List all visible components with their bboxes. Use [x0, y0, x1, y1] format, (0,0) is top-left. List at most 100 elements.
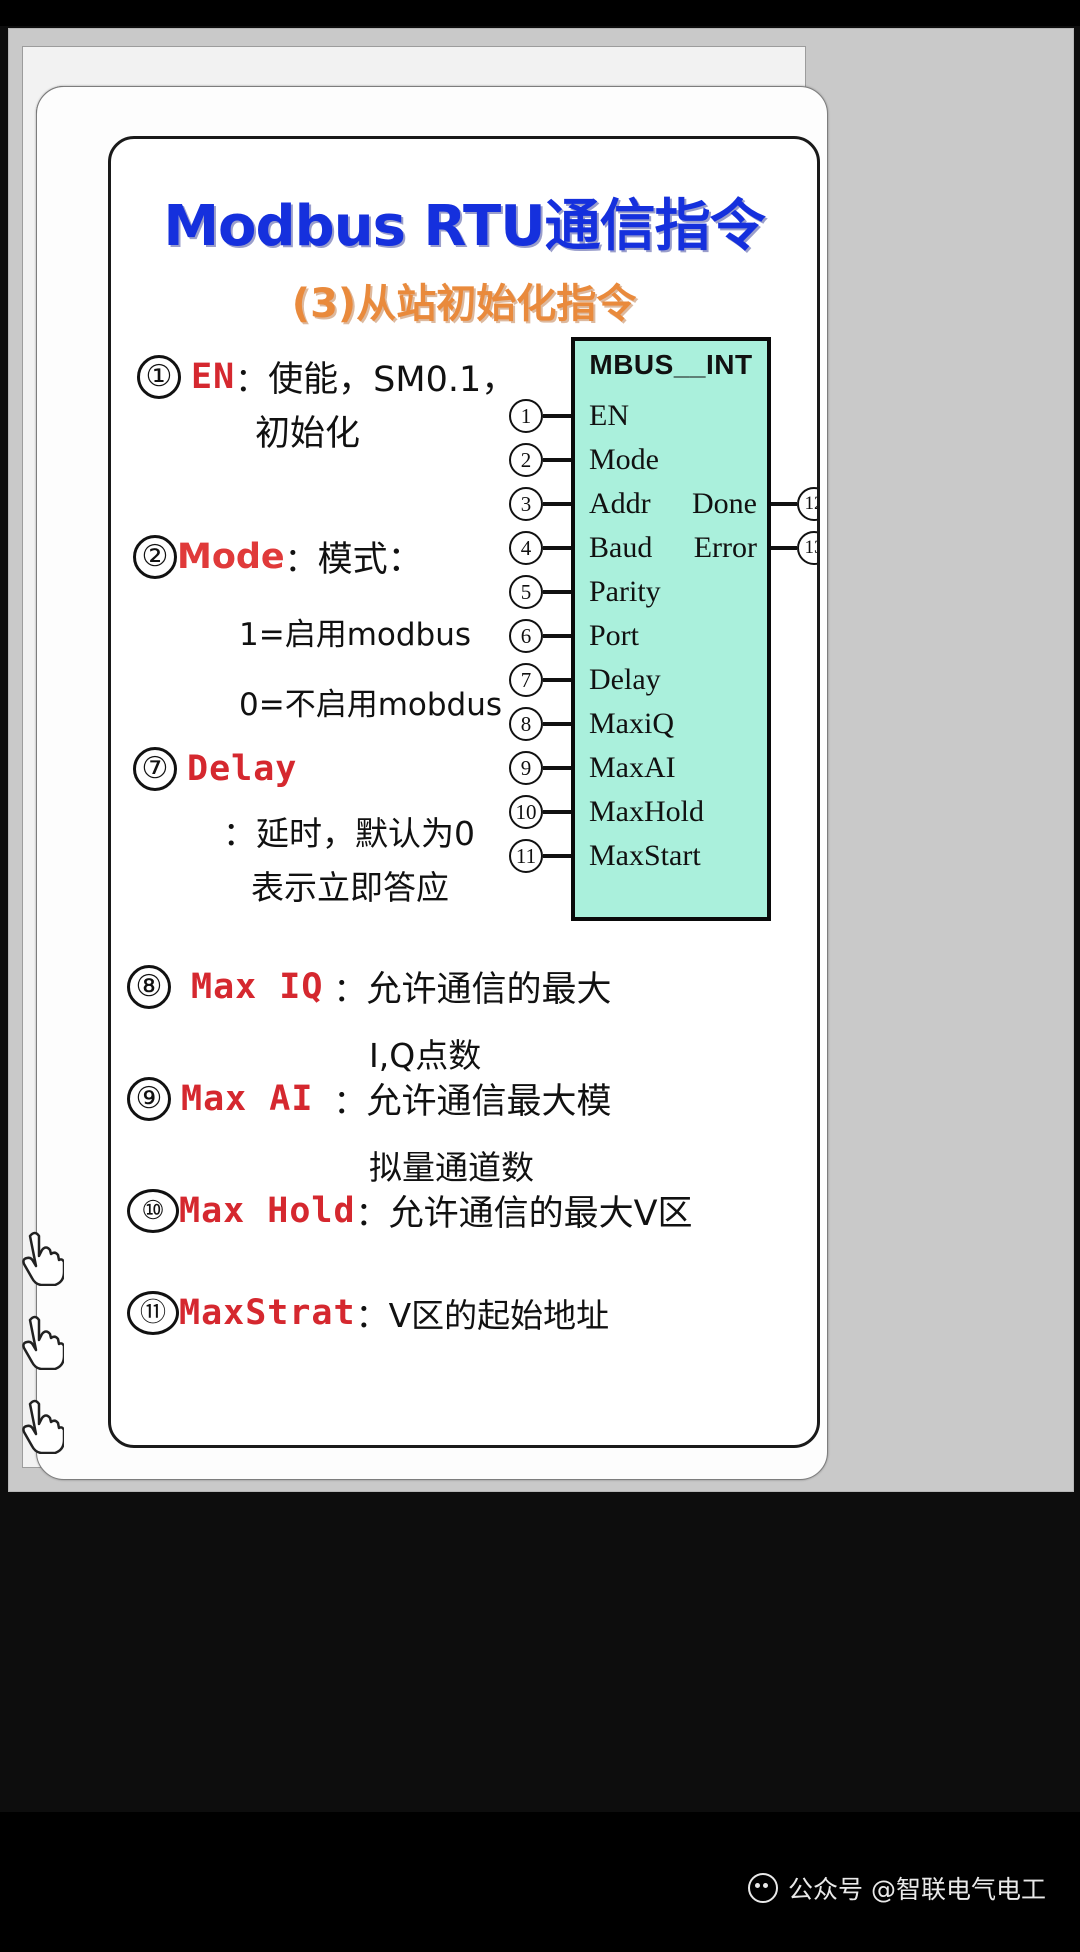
wire-icon	[543, 546, 571, 550]
output-index-12: 12	[797, 487, 817, 521]
pin-done: Done	[692, 487, 757, 520]
delay-desc-line2: 表示立即答应	[251, 861, 449, 909]
list-item-maxai: ⑨ Max AI ： 允许通信最大模	[127, 1073, 611, 1124]
item-keyword-maxstart: MaxStrat	[179, 1293, 356, 1333]
item-desc-maxai-line1: 允许通信最大模	[366, 1082, 612, 1122]
input-index-8: 8	[509, 707, 543, 741]
item-colon-maxai: ：	[333, 1081, 367, 1121]
input-index-2: 2	[509, 443, 543, 477]
hand-cursor-icon-3	[18, 1396, 66, 1455]
item-desc-delay-line1: ：延时，默认为0	[223, 814, 475, 853]
input-index-3: 3	[509, 487, 543, 521]
item-index-maxai: ⑨	[127, 1076, 171, 1121]
lead-input-2: 2	[509, 443, 571, 477]
item-colon-maxiq: ：	[333, 969, 367, 1009]
pin-maxstart: MaxStart	[589, 839, 701, 872]
item-keyword-maxiq: Max IQ	[191, 966, 324, 1007]
pin-baud: Baud	[589, 531, 653, 564]
lead-input-6: 6	[509, 619, 571, 653]
mode-option-enabled: 1=启用modbus	[239, 609, 471, 654]
item-desc-mode: 模式：	[317, 540, 423, 580]
lead-input-3: 3	[509, 487, 571, 521]
input-index-7: 7	[509, 663, 543, 697]
page-title: Modbus RTU通信指令	[163, 194, 765, 259]
wire-icon	[543, 854, 571, 858]
wire-icon	[543, 590, 571, 594]
item-keyword-mode: Mode	[177, 536, 285, 577]
watermark-credit: 公众号 @智联电气电工	[748, 1870, 1046, 1906]
item-index-delay: ⑦	[133, 747, 177, 791]
wire-icon	[543, 502, 571, 506]
maxai-desc-line2: 拟量通道数	[369, 1141, 534, 1189]
wire-icon	[771, 502, 797, 506]
item-desc-maxai-line2: 拟量通道数	[369, 1148, 534, 1187]
item-desc-maxhold: 允许通信的最大V区	[388, 1194, 693, 1234]
wire-icon	[543, 458, 571, 462]
wire-icon	[543, 634, 571, 638]
wire-icon	[771, 546, 797, 550]
lead-input-9: 9	[509, 751, 571, 785]
item-desc-en-line1: 使能，SM0.1，	[268, 360, 517, 400]
item-colon-maxhold: ：	[355, 1193, 389, 1233]
lead-input-7: 7	[509, 663, 571, 697]
lead-input-4: 4	[509, 531, 571, 565]
mode-option-disabled: 0=不启用mobdus	[239, 679, 502, 724]
lead-input-11: 11	[509, 839, 571, 873]
item-desc-en-line2: 初始化	[255, 414, 361, 454]
wire-icon	[543, 722, 571, 726]
item-colon-en: ：	[235, 359, 269, 399]
pin-addr: Addr	[589, 487, 651, 520]
screen-root: Modbus RTU通信指令 (3)从站初始化指令 ① EN ： 使能，SM0.…	[0, 0, 1080, 1952]
item-desc-maxstart: V区的起始地址	[388, 1296, 610, 1335]
item-desc-delay-line2: 表示立即答应	[251, 868, 449, 907]
maxiq-desc-line2: I,Q点数	[369, 1029, 481, 1077]
pin-maxai: MaxAI	[589, 751, 676, 784]
pin-maxiq: MaxiQ	[589, 707, 674, 740]
input-index-6: 6	[509, 619, 543, 653]
item-desc-maxiq-line1: 允许通信的最大	[366, 970, 612, 1010]
lead-input-1: 1	[509, 399, 571, 433]
pin-maxhold: MaxHold	[589, 795, 704, 828]
output-index-13: 13	[797, 531, 817, 565]
input-index-4: 4	[509, 531, 543, 565]
wire-icon	[543, 678, 571, 682]
pin-error: Error	[693, 531, 757, 564]
wechat-icon	[748, 1873, 779, 1903]
poster-card: Modbus RTU通信指令 (3)从站初始化指令 ① EN ： 使能，SM0.…	[108, 136, 820, 1448]
wire-icon	[543, 414, 571, 418]
hand-cursor-icon-1	[18, 1228, 66, 1287]
item-keyword-en: EN	[191, 356, 236, 397]
input-index-9: 9	[509, 751, 543, 785]
lead-input-5: 5	[509, 575, 571, 609]
pin-port: Port	[589, 619, 640, 652]
item-index-maxhold: ⑩	[127, 1188, 179, 1233]
mbus-init-block-diagram: MBUS__INT EN Mode Addr Baud Parity Port …	[509, 337, 817, 943]
input-index-10: 10	[509, 795, 543, 829]
watermark-label: 公众号 @智联电气电工	[788, 1875, 1046, 1904]
lead-input-8: 8	[509, 707, 571, 741]
list-item-maxstart: ⑪ MaxStrat ： V区的起始地址	[127, 1289, 609, 1337]
item-index-maxstart: ⑪	[127, 1291, 179, 1335]
list-item-en-line2: 初始化	[255, 405, 360, 456]
item-index-mode: ②	[133, 534, 177, 579]
item-keyword-maxhold: Max Hold	[179, 1190, 356, 1231]
hand-cursor-icon-2	[18, 1312, 66, 1371]
wire-icon	[543, 810, 571, 814]
mbus-block-title: MBUS__INT	[589, 349, 753, 380]
page-subtitle: (3)从站初始化指令	[291, 281, 637, 327]
list-item-maxhold: ⑩ Max Hold ： 允许通信的最大V区	[127, 1185, 693, 1236]
lead-output-error: 13	[771, 531, 817, 565]
input-index-1: 1	[509, 399, 543, 433]
item-index-en: ①	[137, 354, 181, 399]
pin-delay: Delay	[589, 663, 661, 696]
mbus-block-body: MBUS__INT EN Mode Addr Baud Parity Port …	[571, 337, 771, 921]
item-colon-maxstart: ：	[355, 1296, 389, 1335]
wire-icon	[543, 766, 571, 770]
pin-parity: Parity	[589, 575, 661, 608]
pin-en: EN	[589, 399, 629, 432]
list-item-delay: ⑦ Delay	[133, 747, 297, 791]
lead-input-10: 10	[509, 795, 571, 829]
mode-option-1-label: 1=启用modbus	[239, 617, 472, 653]
footer-bar: 公众号 @智联电气电工	[0, 1812, 1080, 1952]
lead-output-done: 12	[771, 487, 817, 521]
